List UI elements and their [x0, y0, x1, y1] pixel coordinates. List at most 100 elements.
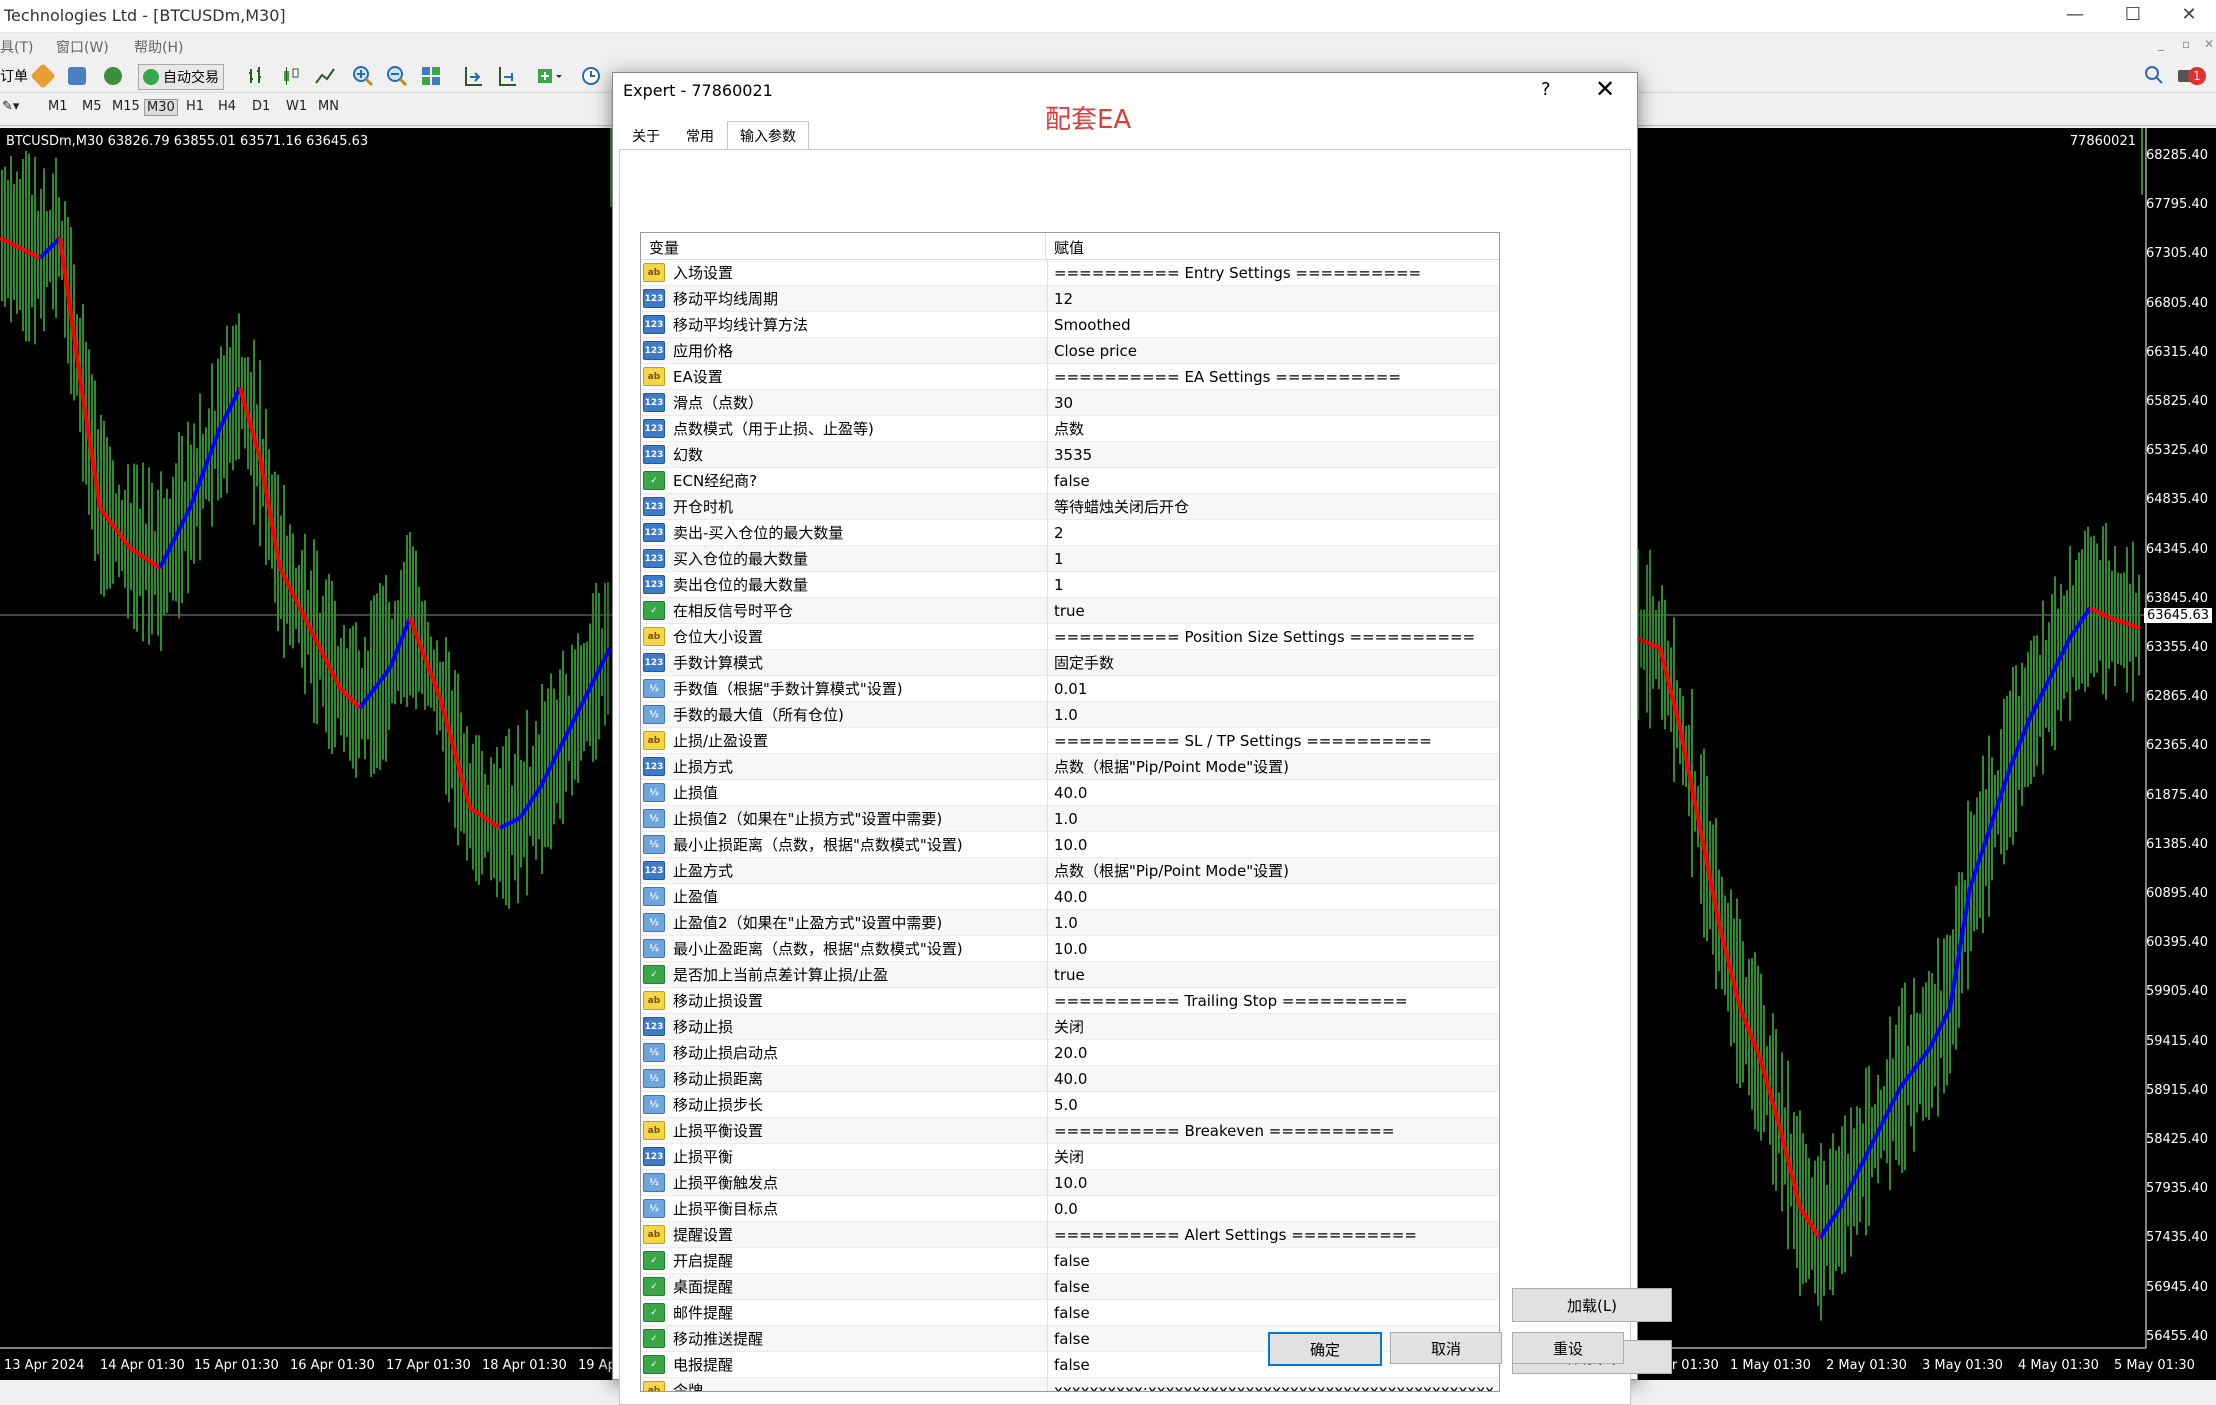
param-value[interactable]: 点数（根据"Pip/Point Mode"设置)	[1048, 756, 1289, 777]
param-value[interactable]: false	[1048, 1278, 1090, 1296]
tf-H4[interactable]: H4	[218, 99, 236, 114]
param-row[interactable]: 123 幻数 3535	[641, 442, 1499, 468]
param-row[interactable]: ab 令牌 xxxxxxxxxx:xxxxxxxxxxxxxxxxxxxxxxxxx…	[641, 1378, 1499, 1391]
tf-MN[interactable]: MN	[318, 99, 339, 114]
param-row[interactable]: ab 仓位大小设置 ========== Position Size Setting…	[641, 624, 1499, 650]
param-row[interactable]: ✓ 在相反信号时平仓 true	[641, 598, 1499, 624]
param-row[interactable]: 123 卖出仓位的最大数量 1	[641, 572, 1499, 598]
tile-windows-icon[interactable]	[420, 64, 442, 88]
param-value[interactable]: 12	[1048, 290, 1073, 308]
param-value[interactable]: Smoothed	[1048, 316, 1131, 334]
param-row[interactable]: ½ 止损值 40.0	[641, 780, 1499, 806]
param-value[interactable]: false	[1048, 1330, 1090, 1348]
param-row[interactable]: 123 点数模式（用于止损、止盈等) 点数	[641, 416, 1499, 442]
param-value[interactable]: false	[1048, 1252, 1090, 1270]
new-order-button[interactable]: 订单	[0, 64, 28, 88]
param-value[interactable]: 20.0	[1048, 1044, 1087, 1062]
trade-icon[interactable]	[30, 63, 56, 89]
param-row[interactable]: 123 止损平衡 关闭	[641, 1144, 1499, 1170]
param-value[interactable]: ========== EA Settings ==========	[1048, 368, 1401, 386]
param-value[interactable]: 40.0	[1048, 784, 1087, 802]
bar-chart-icon[interactable]	[246, 64, 268, 88]
param-value[interactable]: 40.0	[1048, 888, 1087, 906]
param-row[interactable]: ab 止损/止盈设置 ========== SL / TP Settings ===…	[641, 728, 1499, 754]
param-row[interactable]: ✓ 是否加上当前点差计算止损/止盈 true	[641, 962, 1499, 988]
param-row[interactable]: ab EA设置 ========== EA Settings ==========	[641, 364, 1499, 390]
param-row[interactable]: ½ 最小止盈距离（点数，根据"点数模式"设置) 10.0	[641, 936, 1499, 962]
param-row[interactable]: ✓ 邮件提醒 false	[641, 1300, 1499, 1326]
help-button[interactable]: ?	[1541, 79, 1551, 100]
param-value[interactable]: 0.01	[1048, 680, 1087, 698]
param-value[interactable]: 关闭	[1048, 1016, 1084, 1037]
param-row[interactable]: 123 买入仓位的最大数量 1	[641, 546, 1499, 572]
param-value[interactable]: 1.0	[1048, 914, 1078, 932]
tab-about[interactable]: 关于	[619, 121, 673, 151]
zoom-in-icon[interactable]	[352, 64, 374, 88]
tf-H1[interactable]: H1	[186, 99, 204, 114]
param-row[interactable]: ½ 止盈值 40.0	[641, 884, 1499, 910]
mdi-close-button[interactable]: ✕	[2204, 37, 2214, 51]
candlestick-icon[interactable]	[280, 64, 302, 88]
tab-inputs[interactable]: 输入参数	[727, 121, 809, 151]
line-chart-icon[interactable]	[314, 64, 336, 88]
crosshair-icon[interactable]: ✎▾	[2, 99, 19, 114]
tf-M5[interactable]: M5	[82, 99, 102, 114]
param-row[interactable]: ab 移动止损设置 ========== Trailing Stop =======…	[641, 988, 1499, 1014]
param-value[interactable]: ========== SL / TP Settings ==========	[1048, 732, 1432, 750]
param-value[interactable]: 点数（根据"Pip/Point Mode"设置)	[1048, 860, 1289, 881]
tf-D1[interactable]: D1	[252, 99, 270, 114]
param-value[interactable]: 1.0	[1048, 810, 1078, 828]
param-row[interactable]: ½ 手数值（根据"手数计算模式"设置) 0.01	[641, 676, 1499, 702]
param-row[interactable]: ½ 移动止损启动点 20.0	[641, 1040, 1499, 1066]
param-row[interactable]: 123 应用价格 Close price	[641, 338, 1499, 364]
param-row[interactable]: ½ 止损平衡触发点 10.0	[641, 1170, 1499, 1196]
param-value[interactable]: 固定手数	[1048, 652, 1114, 673]
indicators-icon[interactable]	[536, 64, 566, 88]
autotrade-button[interactable]: 自动交易	[138, 64, 224, 90]
param-value[interactable]: false	[1048, 1304, 1090, 1322]
tab-common[interactable]: 常用	[673, 121, 727, 151]
param-value[interactable]: 点数	[1048, 418, 1084, 439]
param-row[interactable]: 123 止损方式 点数（根据"Pip/Point Mode"设置)	[641, 754, 1499, 780]
chart-shift-icon[interactable]	[462, 64, 484, 88]
menu-help[interactable]: 帮助(H)	[134, 37, 183, 57]
param-row[interactable]: ab 提醒设置 ========== Alert Settings ========…	[641, 1222, 1499, 1248]
param-value[interactable]: ========== Alert Settings ==========	[1048, 1226, 1417, 1244]
autoscroll-icon[interactable]	[496, 64, 518, 88]
tf-M1[interactable]: M1	[48, 99, 68, 114]
param-row[interactable]: ½ 移动止损距离 40.0	[641, 1066, 1499, 1092]
param-row[interactable]: 123 移动平均线周期 12	[641, 286, 1499, 312]
param-value[interactable]: ========== Trailing Stop ==========	[1048, 992, 1408, 1010]
tf-W1[interactable]: W1	[286, 99, 307, 114]
minimize-button[interactable]: —	[2046, 0, 2104, 32]
menu-tools[interactable]: 具(T)	[0, 37, 33, 57]
param-row[interactable]: ½ 止损平衡目标点 0.0	[641, 1196, 1499, 1222]
reset-button[interactable]: 重设	[1512, 1332, 1624, 1364]
zoom-out-icon[interactable]	[386, 64, 408, 88]
param-value[interactable]: 1.0	[1048, 706, 1078, 724]
param-value[interactable]: false	[1048, 472, 1090, 490]
param-value[interactable]: true	[1048, 602, 1085, 620]
close-window-button[interactable]: ✕	[2160, 0, 2216, 32]
cancel-button[interactable]: 取消	[1390, 1332, 1502, 1364]
param-value[interactable]: true	[1048, 966, 1085, 984]
tf-M30[interactable]: M30	[144, 99, 178, 116]
param-row[interactable]: 123 移动止损 关闭	[641, 1014, 1499, 1040]
param-row[interactable]: 123 手数计算模式 固定手数	[641, 650, 1499, 676]
param-value[interactable]: false	[1048, 1356, 1090, 1374]
param-row[interactable]: 123 开仓时机 等待蜡烛关闭后开仓	[641, 494, 1499, 520]
col-value-header[interactable]: 赋值	[1046, 233, 1092, 259]
param-value[interactable]: 30	[1048, 394, 1073, 412]
param-row[interactable]: ab 入场设置 ========== Entry Settings ========…	[641, 260, 1499, 286]
param-value[interactable]: 关闭	[1048, 1146, 1084, 1167]
notification-badge[interactable]: 1	[2178, 64, 2206, 88]
param-value[interactable]: 2	[1048, 524, 1064, 542]
param-row[interactable]: 123 移动平均线计算方法 Smoothed	[641, 312, 1499, 338]
col-variable-header[interactable]: 变量	[641, 233, 1046, 259]
maximize-button[interactable]: ☐	[2104, 0, 2162, 32]
param-value[interactable]: 1	[1048, 576, 1064, 594]
param-row[interactable]: ½ 手数的最大值（所有仓位) 1.0	[641, 702, 1499, 728]
mdi-minimize-button[interactable]: _	[2158, 37, 2164, 51]
param-value[interactable]: 0.0	[1048, 1200, 1078, 1218]
menu-window[interactable]: 窗口(W)	[56, 37, 109, 57]
